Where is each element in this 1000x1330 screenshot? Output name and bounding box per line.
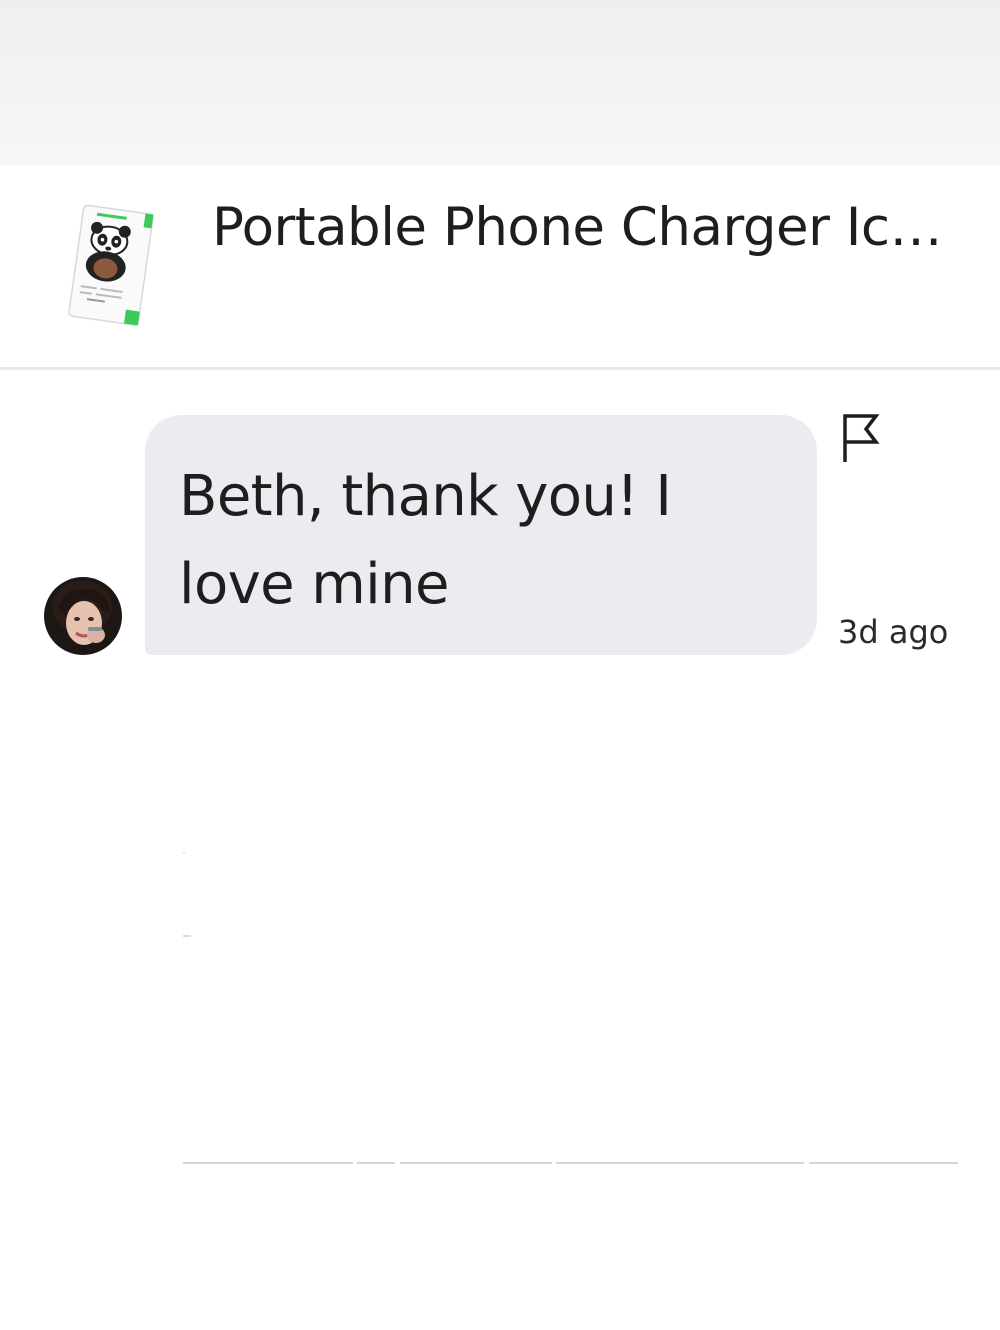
faint-artifacts [0,840,1000,960]
message-timestamp: 3d ago [838,613,949,651]
user-avatar[interactable] [44,577,122,655]
avatar-icon [44,577,122,655]
product-header[interactable]: Portable Phone Charger Ic… [0,165,1000,370]
message-text: Beth, thank you! I love mine [179,464,672,617]
message-input-underline[interactable] [183,1162,958,1165]
flag-icon [843,414,880,462]
message-row: Beth, thank you! I love mine 3d ago [0,410,1000,670]
product-thumbnail[interactable] [62,203,158,327]
report-flag-button[interactable] [840,412,884,464]
panda-charger-card-image [68,204,154,326]
message-bubble[interactable]: Beth, thank you! I love mine [145,415,817,655]
top-blank-area [0,0,1000,165]
product-title[interactable]: Portable Phone Charger Ic… [212,193,962,263]
